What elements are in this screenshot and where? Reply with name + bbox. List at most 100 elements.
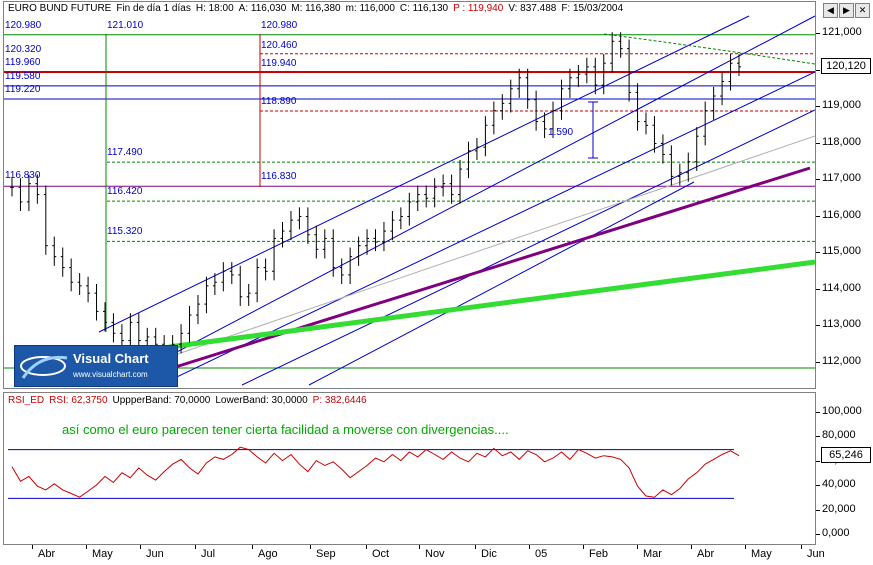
month-label: Oct	[372, 548, 390, 560]
month-tick	[691, 545, 692, 549]
month-label: 05	[535, 548, 548, 560]
period-label: Fin de día 1 días	[116, 3, 191, 14]
symbol-label: EURO BUND FUTURE	[8, 3, 112, 14]
month-label: Dic	[481, 548, 497, 560]
price-axis-label: 112,000	[822, 354, 861, 367]
price-chart-panel[interactable]: EURO BUND FUTURE Fin de día 1 días H: 18:0…	[3, 1, 816, 389]
price-axis-label: 117,000	[822, 172, 861, 184]
month-label: Nov	[425, 548, 445, 560]
price-label: P : 119,940	[453, 3, 504, 14]
close-label: C: 116,130	[399, 3, 449, 14]
rsi-line	[11, 446, 740, 498]
rsi-name: RSI_ED	[8, 395, 45, 406]
rsi-upper-band: UppperBand: 70,0000	[112, 395, 211, 406]
level-label: 119.960	[5, 57, 41, 68]
level-label: 116.830	[261, 171, 297, 182]
scroll-left-icon[interactable]: ◀	[823, 3, 838, 18]
month-tick	[252, 545, 253, 549]
month-label: Ago	[258, 548, 278, 560]
axis-tick	[816, 215, 820, 217]
month-label: May	[92, 548, 113, 560]
price-axis-label: 121,000	[822, 26, 862, 38]
time-axis: Abr May Jun Jul Ago Sep Oct Nov Dic 05 Feb Mar Abr Ma…	[0, 545, 873, 565]
current-rsi-box: 65,246	[821, 447, 871, 464]
level-label: 116.830	[5, 170, 41, 181]
axis-tick	[816, 288, 820, 290]
rsi-axis-label: 40,000	[822, 478, 856, 491]
axis-tick	[816, 509, 820, 511]
price-axis-label: 116,000	[822, 208, 861, 221]
rsi-canvas[interactable]	[4, 393, 815, 544]
rsi-header: RSI_ED RSI: 62,3750 UppperBand: 70,0000 Low…	[8, 395, 372, 406]
window-controls: ◀ ▶ ✕	[823, 3, 871, 18]
channel-line	[241, 109, 815, 386]
rsi-axis-label: 0,000	[822, 527, 850, 539]
axis-tick	[816, 436, 820, 438]
month-tick	[32, 545, 33, 549]
level-label: 119.220	[5, 84, 41, 95]
price-axis-label: 115,000	[822, 245, 861, 257]
axis-tick	[816, 252, 820, 253]
month-tick	[419, 545, 420, 549]
month-tick	[637, 545, 638, 549]
month-tick	[310, 545, 311, 549]
rsi-panel[interactable]: RSI_ED RSI: 62,3750 UppperBand: 70,0000 Low…	[3, 392, 816, 545]
month-label: Jul	[201, 548, 216, 560]
level-label: 120.980	[5, 20, 42, 31]
level-label: 117.490	[107, 147, 143, 158]
scroll-right-icon[interactable]: ▶	[839, 3, 854, 18]
month-tick	[195, 545, 196, 549]
logo-title: Visual Chart	[73, 351, 149, 366]
level-label: 119.940	[261, 58, 297, 69]
price-axis-label: 119,000	[822, 99, 861, 111]
axis-tick	[816, 485, 820, 487]
rsi-axis-label: 20,000	[822, 502, 856, 515]
axis-tick	[816, 69, 820, 71]
month-tick	[745, 545, 746, 549]
month-tick	[583, 545, 584, 549]
price-axis: 121,000120,000119,000118,000117,000116,0…	[816, 1, 873, 389]
axis-tick	[816, 106, 820, 107]
month-tick	[140, 545, 141, 549]
axis-tick	[816, 33, 820, 34]
axis-tick	[816, 325, 820, 326]
rsi-lower-band: LowerBand: 30,0000	[215, 395, 308, 406]
rsi-axis-label: 100,000	[822, 405, 862, 417]
low-label: m: 116,000	[345, 3, 395, 14]
hour-label: H: 18:00	[195, 3, 234, 14]
axis-tick	[816, 142, 820, 144]
close-icon[interactable]: ✕	[855, 3, 870, 18]
rsi-axis: 100,00080,00060,00040,00020,0000,00065,2…	[816, 392, 873, 545]
rsi-value: RSI: 62,3750	[49, 395, 108, 406]
month-label: Jun	[146, 548, 164, 560]
axis-tick	[816, 179, 820, 180]
axis-tick	[816, 460, 820, 462]
month-label: May	[751, 548, 772, 560]
high-label: M: 116,380	[291, 3, 341, 14]
axis-tick	[816, 534, 820, 535]
month-label: Abr	[697, 548, 715, 560]
month-tick	[475, 545, 476, 549]
volume-label: V: 837.488	[508, 3, 557, 14]
level-label: 120.320	[5, 44, 42, 55]
month-tick	[801, 545, 802, 549]
month-tick	[529, 545, 530, 549]
month-tick	[366, 545, 367, 549]
month-label: Jun	[807, 548, 825, 560]
rsi-axis-label: 80,000	[822, 429, 856, 442]
chart-window: EURO BUND FUTURE Fin de día 1 días H: 18:0…	[0, 0, 873, 565]
month-label: Feb	[589, 548, 608, 560]
price-axis-label: 113,000	[822, 318, 861, 330]
level-label: 115.320	[107, 226, 143, 237]
level-label: 118.890	[261, 96, 297, 107]
level-label: 120.460	[261, 40, 298, 51]
trend-line	[168, 135, 815, 358]
level-label: 121.010	[107, 20, 144, 31]
chart-header: EURO BUND FUTURE Fin de día 1 días H: 18:0…	[8, 3, 628, 14]
level-label: 120.980	[261, 20, 298, 31]
annotation-text: así como el euro parecen tener cierta fa…	[62, 422, 509, 437]
level-label: 119.580	[5, 71, 41, 82]
month-label: Abr	[38, 548, 56, 560]
open-label: A: 116,030	[238, 3, 287, 14]
dotted-curve	[603, 33, 815, 65]
